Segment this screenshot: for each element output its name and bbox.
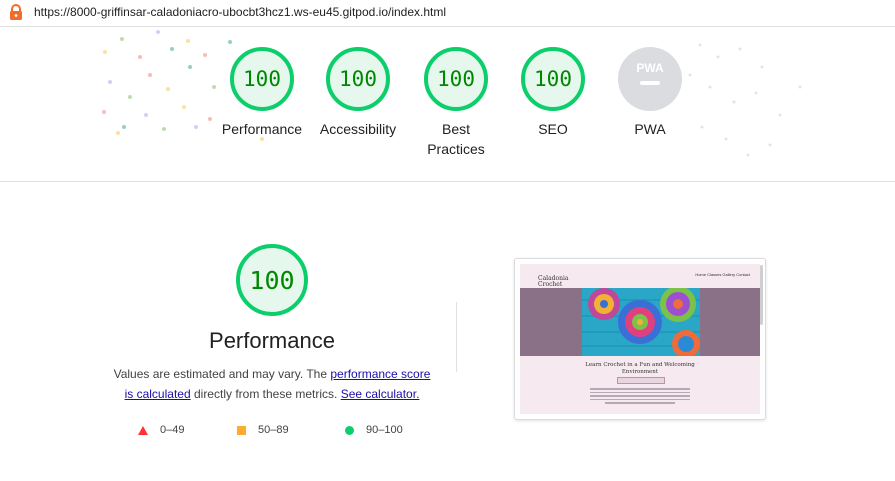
performance-score-gauge: 100 [236,244,308,316]
score-ring: 100 [424,47,488,111]
final-screenshot[interactable]: Caladonia Crochet Home Classes Gallery C… [514,258,766,420]
pwa-badge-text: PWA [636,61,664,75]
dash-icon [640,81,660,85]
score-ring: 100 [326,47,390,111]
legend-average: 50–89 [237,422,289,438]
screenshot-page: Caladonia Crochet Home Classes Gallery C… [520,264,760,414]
legend-range: 50–89 [258,424,289,436]
legend-range: 0–49 [160,424,185,436]
performance-description: Values are estimated and may vary. The p… [112,364,432,404]
score-summary: 100 Performance 100 Accessibility 100 Be… [0,27,895,182]
screenshot-hero [520,288,760,356]
description-text: directly from these metrics. [190,387,341,401]
circle-icon [345,425,354,435]
address-bar[interactable]: https://8000-griffinsar-caladoniacro-ubo… [0,0,895,27]
url-text[interactable]: https://8000-griffinsar-caladoniacro-ubo… [34,5,446,19]
screenshot-heading: Learn Crochet in a Fun and Welcoming Env… [540,362,740,376]
screenshot-button [617,377,665,384]
pwa-badge-icon: PWA [618,47,682,111]
legend-range: 90–100 [366,424,403,436]
see-calculator-link[interactable]: See calculator. [341,387,420,401]
score-legend: 0–49 50–89 90–100 [130,422,430,438]
score-ring: 100 [521,47,585,111]
triangle-icon [138,425,148,435]
heading-line2: Environment [621,369,659,375]
legend-pass: 90–100 [345,422,403,438]
screenshot-logo: Caladonia Crochet [538,276,568,288]
heading-line1: Learn Crochet in a Fun and Welcoming [585,362,695,368]
description-text: Values are estimated and may vary. The [113,367,331,381]
gauge-label-line2: Practices [427,141,485,157]
legend-fail: 0–49 [138,422,184,438]
score-ring: 100 [230,47,294,111]
divider [456,302,457,372]
square-icon [237,425,246,435]
hero-image [582,288,700,356]
performance-title: Performance [209,328,335,353]
screenshot-paragraph [590,388,690,406]
gauge-pwa[interactable]: PWA PWA [590,47,710,139]
lock-icon[interactable] [9,4,23,20]
screenshot-scrollbar [760,265,763,325]
screenshot-nav: Caladonia Crochet Home Classes Gallery C… [520,264,760,288]
gauge-label: PWA [634,121,666,137]
screenshot-menu: Home Classes Gallery Contact [695,272,750,277]
